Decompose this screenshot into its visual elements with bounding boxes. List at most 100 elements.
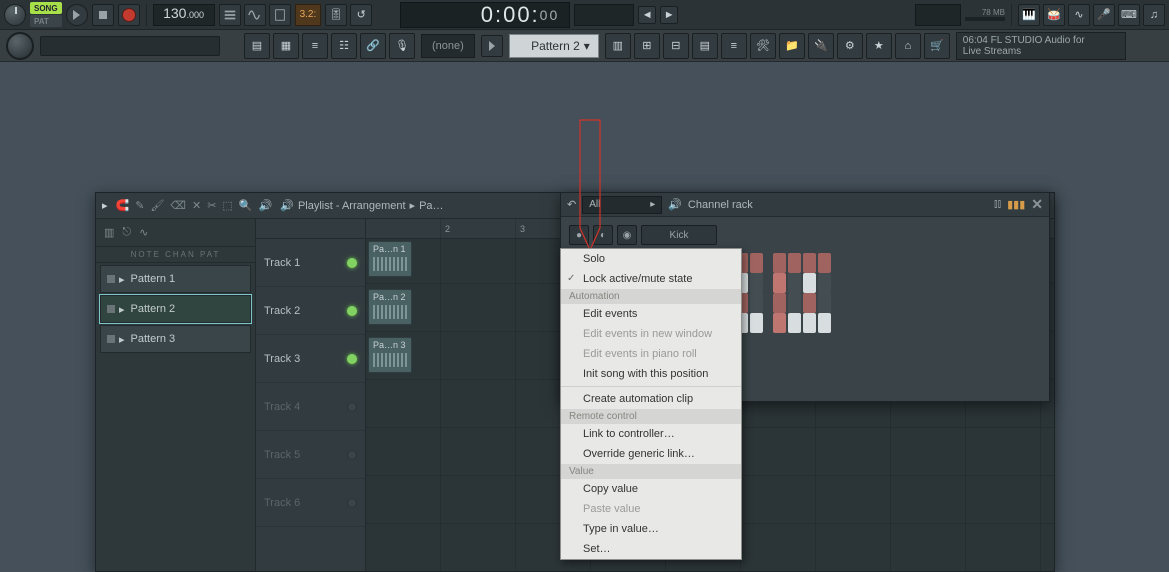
track-header[interactable]: Track 3 — [256, 335, 365, 383]
step-button[interactable] — [788, 313, 801, 333]
mute-icon[interactable]: ✕ — [192, 199, 201, 212]
zoom-icon[interactable]: 🔍 — [239, 199, 253, 212]
step-button[interactable] — [773, 273, 786, 293]
step-button[interactable] — [773, 253, 786, 273]
pattern-item[interactable]: ▸Pattern 2 — [100, 295, 251, 323]
mic-icon[interactable]: 🎤 — [1093, 4, 1115, 26]
step-button[interactable] — [818, 293, 831, 313]
rack-filter-selector[interactable]: All▸ — [582, 196, 662, 214]
loop-icon[interactable]: ↺ — [350, 4, 372, 26]
menu-init-song-with-this-position[interactable]: Init song with this position — [561, 364, 741, 384]
step-button[interactable] — [803, 253, 816, 273]
song-pat-toggle[interactable]: SONG PAT — [30, 2, 62, 27]
playlist-clip[interactable]: Pa…n 1 — [368, 241, 412, 277]
menu-create-automation-clip[interactable]: Create automation clip — [561, 389, 741, 409]
tb-10-icon[interactable]: ★ — [866, 33, 892, 59]
tempo-display[interactable]: 130.000 — [153, 4, 215, 26]
rack-close-icon[interactable]: ✕ — [1031, 196, 1043, 213]
wave-icon[interactable] — [244, 4, 266, 26]
tb-1-icon[interactable]: ▥ — [605, 33, 631, 59]
drums-icon[interactable]: 🥁 — [1043, 4, 1065, 26]
mic2-icon[interactable]: 🎙 — [389, 33, 415, 59]
step-button[interactable] — [803, 273, 816, 293]
view-playlist-icon[interactable]: ▤ — [244, 33, 270, 59]
menu-override-generic-link[interactable]: Override generic link… — [561, 444, 741, 464]
track-header[interactable]: Track 5 — [256, 431, 365, 479]
magnet-icon[interactable]: 🧲 — [116, 199, 130, 212]
pattern-item[interactable]: ▸Pattern 1 — [100, 265, 251, 293]
mode-song[interactable]: SONG — [30, 2, 62, 14]
tb-6-icon[interactable]: 🛠 — [750, 33, 776, 59]
step-button[interactable] — [818, 313, 831, 333]
step-button[interactable] — [773, 293, 786, 313]
step-button[interactable] — [750, 293, 763, 313]
record-button[interactable] — [118, 4, 140, 26]
play-icon[interactable]: 🔊 — [259, 199, 273, 212]
step-button[interactable] — [818, 273, 831, 293]
step-button[interactable] — [788, 293, 801, 313]
brush-icon[interactable]: 🖌 — [150, 199, 164, 212]
playlist-clip[interactable]: Pa…n 2 — [368, 289, 412, 325]
timecode-display[interactable]: 0:00:00 — [400, 2, 570, 28]
slice-icon[interactable]: ✂ — [207, 199, 216, 212]
pattern-switch-icon[interactable] — [219, 4, 241, 26]
channel-pan-knob[interactable]: ◐ — [593, 225, 613, 245]
rack-back-icon[interactable]: ↶ — [567, 198, 576, 211]
pattern-play-button[interactable] — [481, 35, 503, 57]
rack-steps-icon[interactable]: ▮▮▮ — [1007, 198, 1025, 211]
menu-edit-events[interactable]: Edit events — [561, 304, 741, 324]
tb-11-icon[interactable]: ⌂ — [895, 33, 921, 59]
countdown-icon[interactable] — [269, 4, 291, 26]
tb-9-icon[interactable]: ⚙ — [837, 33, 863, 59]
tb-2-icon[interactable]: ⊞ — [634, 33, 660, 59]
step-button[interactable] — [788, 273, 801, 293]
tb-5-icon[interactable]: ≡ — [721, 33, 747, 59]
track-header[interactable]: Track 2 — [256, 287, 365, 335]
step-button[interactable] — [773, 313, 786, 333]
tb-4-icon[interactable]: ▤ — [692, 33, 718, 59]
channel-name-button[interactable]: Kick — [641, 225, 717, 245]
play-button[interactable] — [66, 4, 88, 26]
menu-copy-value[interactable]: Copy value — [561, 479, 741, 499]
playlist-clip[interactable]: Pa…n 3 — [368, 337, 412, 373]
step-button[interactable] — [803, 293, 816, 313]
step-button[interactable] — [750, 313, 763, 333]
channel-vol-knob[interactable]: ◉ — [617, 225, 637, 245]
track-header[interactable]: Track 1 — [256, 239, 365, 287]
erase-icon[interactable]: ⌫ — [170, 199, 186, 212]
pencil-icon[interactable]: ✎ — [135, 199, 144, 212]
menu-solo[interactable]: Solo — [561, 249, 741, 269]
track-header[interactable]: Track 4 — [256, 383, 365, 431]
step-fwd-icon[interactable]: ► — [660, 6, 678, 24]
tb-12-icon[interactable]: 🛒 — [924, 33, 950, 59]
menu-lock-active-mute-state[interactable]: Lock active/mute state — [561, 269, 741, 289]
picker-tab-piano-icon[interactable]: ▥ — [104, 226, 114, 239]
step-button[interactable] — [750, 253, 763, 273]
menu-link-to-controller[interactable]: Link to controller… — [561, 424, 741, 444]
view-channelrack-icon[interactable]: ≡ — [302, 33, 328, 59]
view-pianoroll-icon[interactable]: ▦ — [273, 33, 299, 59]
menu-type-in-value[interactable]: Type in value… — [561, 519, 741, 539]
master-pitch-knob[interactable] — [6, 32, 34, 60]
step-button[interactable] — [803, 313, 816, 333]
playlist-menu-icon[interactable]: ▸ — [102, 199, 108, 212]
picker-tab-audio-icon[interactable]: ∿ — [139, 226, 148, 239]
view-mixer-icon[interactable]: ☷ — [331, 33, 357, 59]
tb-7-icon[interactable]: 📁 — [779, 33, 805, 59]
chord-icon[interactable]: ♫ — [1143, 4, 1165, 26]
wave2-icon[interactable]: ∿ — [1068, 4, 1090, 26]
step-button[interactable] — [750, 273, 763, 293]
piano-icon[interactable]: 🎹 — [1018, 4, 1040, 26]
select-icon[interactable]: ⬚ — [222, 199, 232, 212]
stop-button[interactable] — [92, 4, 114, 26]
pattern-selector[interactable]: Pattern 2▾ — [509, 34, 599, 58]
snap-selector[interactable]: (none) — [421, 34, 475, 58]
tb-3-icon[interactable]: ⊟ — [663, 33, 689, 59]
channel-mute-led[interactable]: ● — [569, 225, 589, 245]
keyboard-icon[interactable]: ⌨ — [1118, 4, 1140, 26]
picker-tab-auto-icon[interactable]: ⎋ — [122, 226, 131, 239]
metronome-icon[interactable]: 🎚 — [325, 4, 347, 26]
pattern-item[interactable]: ▸Pattern 3 — [100, 325, 251, 353]
step-button[interactable] — [788, 253, 801, 273]
main-volume-knob[interactable] — [4, 4, 26, 26]
